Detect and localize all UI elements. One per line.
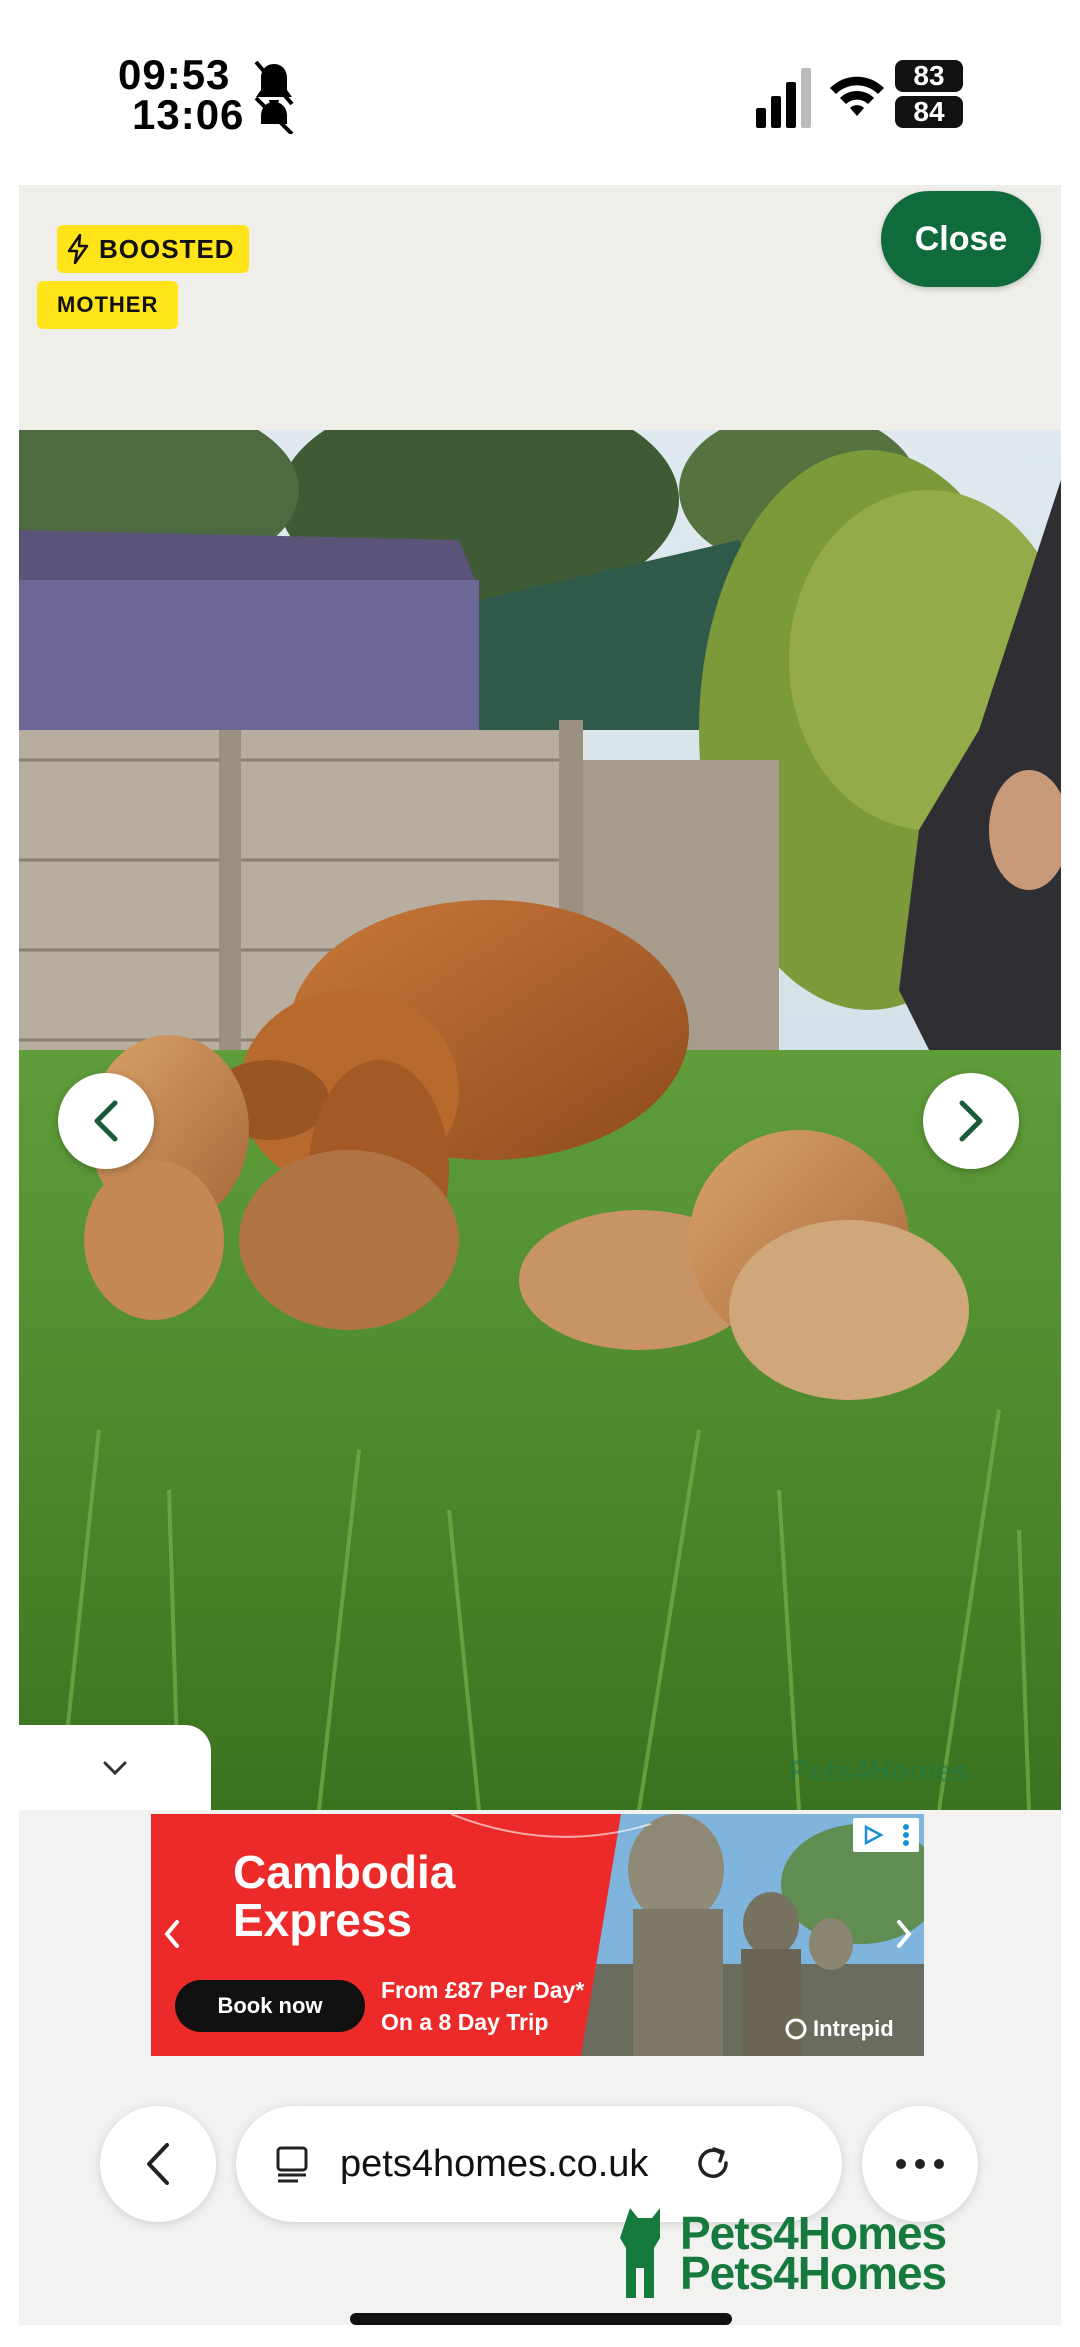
chevron-right-icon bbox=[897, 1920, 912, 1948]
home-indicator[interactable] bbox=[350, 2313, 732, 2325]
chevron-down-icon bbox=[103, 1761, 127, 1775]
photo-image bbox=[19, 430, 1061, 1810]
ad-offer-line1: From £87 Per Day* bbox=[381, 1977, 585, 2003]
adchoices-icon[interactable] bbox=[853, 1818, 919, 1852]
ad-title-line2: Express bbox=[233, 1894, 413, 1946]
chevron-left-icon bbox=[94, 1100, 118, 1142]
ad-decor-icon bbox=[451, 1814, 651, 1838]
status-time-secondary: 13:06 bbox=[132, 91, 245, 138]
ad-title: Cambodia Express bbox=[233, 1848, 455, 1944]
ad-prev-button[interactable] bbox=[157, 1914, 187, 1954]
status-bar: 09:53 13:06 83 84 bbox=[0, 0, 1080, 185]
back-chevron-icon bbox=[147, 2143, 169, 2185]
close-button[interactable]: Close bbox=[881, 191, 1041, 287]
status-time: 09:53 13:06 bbox=[118, 51, 245, 138]
url-text[interactable]: pets4homes.co.uk bbox=[340, 2143, 648, 2186]
mother-badge: MOTHER bbox=[37, 281, 179, 329]
battery-level-secondary: 84 bbox=[895, 96, 963, 128]
wifi-icon bbox=[830, 76, 884, 116]
play-triangle-icon bbox=[864, 1824, 884, 1846]
photo-watermark: Pets4Homes bbox=[789, 1755, 970, 1788]
mother-label: MOTHER bbox=[57, 292, 159, 317]
lightning-icon bbox=[67, 234, 89, 264]
ad-brand: Intrepid bbox=[771, 2006, 908, 2052]
next-photo-button[interactable] bbox=[923, 1073, 1019, 1169]
listing-photo[interactable]: Pets4Homes bbox=[19, 430, 1061, 1810]
pets4homes-logo: Pets4Homes Pets4Homes bbox=[620, 2198, 947, 2308]
more-dots-icon bbox=[896, 2159, 944, 2169]
ad-brand-label: Intrepid bbox=[813, 2016, 894, 2041]
previous-photo-button[interactable] bbox=[58, 1073, 154, 1169]
chevron-right-icon bbox=[959, 1100, 983, 1142]
cat-dog-logo-icon bbox=[620, 2208, 660, 2298]
brand-line2: Pets4Homes bbox=[680, 2247, 947, 2299]
intrepid-logo-icon bbox=[785, 2018, 807, 2040]
ad-title-line1: Cambodia bbox=[233, 1846, 456, 1898]
kebab-icon bbox=[903, 1824, 909, 1846]
chevron-left-icon bbox=[164, 1920, 179, 1948]
reload-icon[interactable] bbox=[692, 2143, 734, 2185]
reader-icon[interactable] bbox=[272, 2144, 312, 2184]
boosted-badge: BOOSTED bbox=[57, 225, 249, 273]
battery-icon: 83 84 bbox=[895, 60, 979, 132]
status-time-primary: 09:53 bbox=[118, 51, 231, 98]
advertisement-banner[interactable]: Cambodia Express Book now From £87 Per D… bbox=[151, 1814, 924, 2056]
browser-back-button[interactable] bbox=[100, 2106, 216, 2222]
ad-next-button[interactable] bbox=[889, 1914, 919, 1954]
battery-level-primary: 83 bbox=[895, 60, 963, 92]
ad-offer-line2: On a 8 Day Trip bbox=[381, 2009, 549, 2035]
collapse-ad-toggle[interactable] bbox=[19, 1725, 211, 1810]
signal-icon bbox=[756, 68, 811, 128]
ad-offer: From £87 Per Day* On a 8 Day Trip bbox=[381, 1974, 584, 2038]
ad-book-now-button[interactable]: Book now bbox=[175, 1980, 365, 2032]
boosted-label: BOOSTED bbox=[99, 233, 235, 264]
bell-muted-icon bbox=[254, 60, 294, 134]
